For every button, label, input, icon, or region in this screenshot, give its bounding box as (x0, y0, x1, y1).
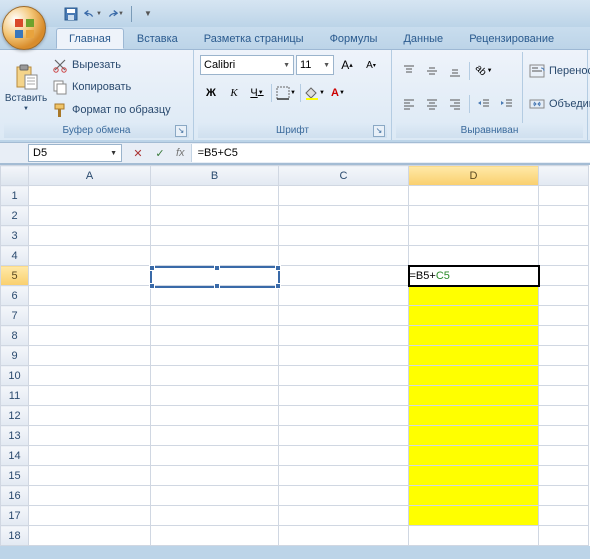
formula-input[interactable]: =B5+C5 (191, 144, 590, 162)
shrink-font-icon[interactable]: A▾ (360, 54, 382, 76)
group-label-font: Шрифт↘ (198, 123, 387, 138)
tab-insert[interactable]: Вставка (124, 28, 191, 49)
group-font: Calibri▼ 11▼ A▴ A▾ Ж К Ч▼ ▼ ▼ A▼ Шрифт↘ (194, 50, 392, 140)
align-bottom-icon[interactable] (444, 60, 466, 82)
row-header[interactable]: 12 (1, 406, 29, 426)
worksheet-grid[interactable]: A B C D 1 2 3 4 5 =B5+C5 6 7 8 9 10 11 12… (0, 164, 590, 546)
tab-data[interactable]: Данные (390, 28, 456, 49)
col-header-e[interactable] (539, 166, 589, 186)
row-header[interactable]: 16 (1, 486, 29, 506)
clipboard-launcher-icon[interactable]: ↘ (175, 125, 187, 137)
select-all-corner[interactable] (1, 166, 29, 186)
font-family-combo[interactable]: Calibri▼ (200, 55, 294, 75)
row-header[interactable]: 1 (1, 186, 29, 206)
group-clipboard: Вставить ▼ Вырезать Копировать Формат по… (0, 50, 194, 140)
row-header[interactable]: 3 (1, 226, 29, 246)
name-box[interactable]: D5▼ (28, 144, 122, 162)
borders-icon[interactable]: ▼ (275, 82, 297, 104)
row-header[interactable]: 9 (1, 346, 29, 366)
increase-indent-icon[interactable] (496, 93, 518, 115)
cell-d5-active[interactable]: =B5+C5 (409, 266, 539, 286)
align-top-icon[interactable] (398, 60, 420, 82)
font-size-combo[interactable]: 11▼ (296, 55, 334, 75)
row-header[interactable]: 13 (1, 426, 29, 446)
wrap-text-button[interactable]: Перенос (527, 60, 590, 81)
orientation-icon[interactable]: ab▼ (473, 60, 495, 82)
group-label-alignment: Выравниван (396, 123, 583, 138)
row-header[interactable]: 15 (1, 466, 29, 486)
row-header[interactable]: 14 (1, 446, 29, 466)
paste-label: Вставить (5, 93, 47, 104)
bold-button[interactable]: Ж (200, 82, 222, 104)
row-header[interactable]: 8 (1, 326, 29, 346)
title-bar: ▼ ▼ ▼ (0, 0, 590, 27)
align-middle-icon[interactable] (421, 60, 443, 82)
tab-page-layout[interactable]: Разметка страницы (191, 28, 317, 49)
group-label-clipboard: Буфер обмена↘ (4, 123, 189, 138)
qat-customize-icon[interactable]: ▼ (139, 5, 157, 23)
copy-button[interactable]: Копировать (50, 77, 173, 98)
merge-button[interactable]: Объедин (527, 94, 590, 115)
tab-home[interactable]: Главная (56, 28, 124, 49)
row-header[interactable]: 4 (1, 246, 29, 266)
row-header[interactable]: 5 (1, 266, 29, 286)
grow-font-icon[interactable]: A▴ (336, 54, 358, 76)
undo-icon[interactable]: ▼ (84, 5, 102, 23)
ribbon: Вставить ▼ Вырезать Копировать Формат по… (0, 49, 590, 140)
align-right-icon[interactable] (444, 93, 466, 115)
italic-button[interactable]: К (223, 82, 245, 104)
quick-access-toolbar: ▼ ▼ ▼ (62, 5, 157, 23)
tab-formulas[interactable]: Формулы (317, 28, 391, 49)
font-color-icon[interactable]: A▼ (327, 82, 349, 104)
row-header[interactable]: 10 (1, 366, 29, 386)
fx-icon[interactable]: fx (176, 147, 185, 159)
font-launcher-icon[interactable]: ↘ (373, 125, 385, 137)
redo-icon[interactable]: ▼ (106, 5, 124, 23)
office-button[interactable] (2, 6, 46, 50)
row-header[interactable]: 2 (1, 206, 29, 226)
accept-formula-icon[interactable]: ✓ (152, 145, 168, 161)
paste-button[interactable]: Вставить ▼ (4, 52, 48, 123)
cell[interactable] (29, 186, 151, 206)
row-header[interactable]: 11 (1, 386, 29, 406)
row-header[interactable]: 18 (1, 526, 29, 546)
group-alignment: ab▼ Перенос Объедин Выравниван (392, 50, 588, 140)
format-painter-button[interactable]: Формат по образцу (50, 99, 173, 120)
col-header-c[interactable]: C (279, 166, 409, 186)
formula-bar: D5▼ ✕ ✓ fx =B5+C5 (0, 142, 590, 164)
decrease-indent-icon[interactable] (473, 93, 495, 115)
underline-button[interactable]: Ч▼ (246, 82, 268, 104)
fill-color-icon[interactable]: ▼ (304, 82, 326, 104)
align-center-icon[interactable] (421, 93, 443, 115)
cut-button[interactable]: Вырезать (50, 55, 173, 76)
row-header[interactable]: 7 (1, 306, 29, 326)
row-header[interactable]: 17 (1, 506, 29, 526)
ribbon-tabs: Главная Вставка Разметка страницы Формул… (0, 27, 590, 49)
align-left-icon[interactable] (398, 93, 420, 115)
col-header-a[interactable]: A (29, 166, 151, 186)
cancel-formula-icon[interactable]: ✕ (130, 145, 146, 161)
save-icon[interactable] (62, 5, 80, 23)
col-header-d[interactable]: D (409, 166, 539, 186)
tab-review[interactable]: Рецензирование (456, 28, 567, 49)
col-header-b[interactable]: B (151, 166, 279, 186)
row-header[interactable]: 6 (1, 286, 29, 306)
